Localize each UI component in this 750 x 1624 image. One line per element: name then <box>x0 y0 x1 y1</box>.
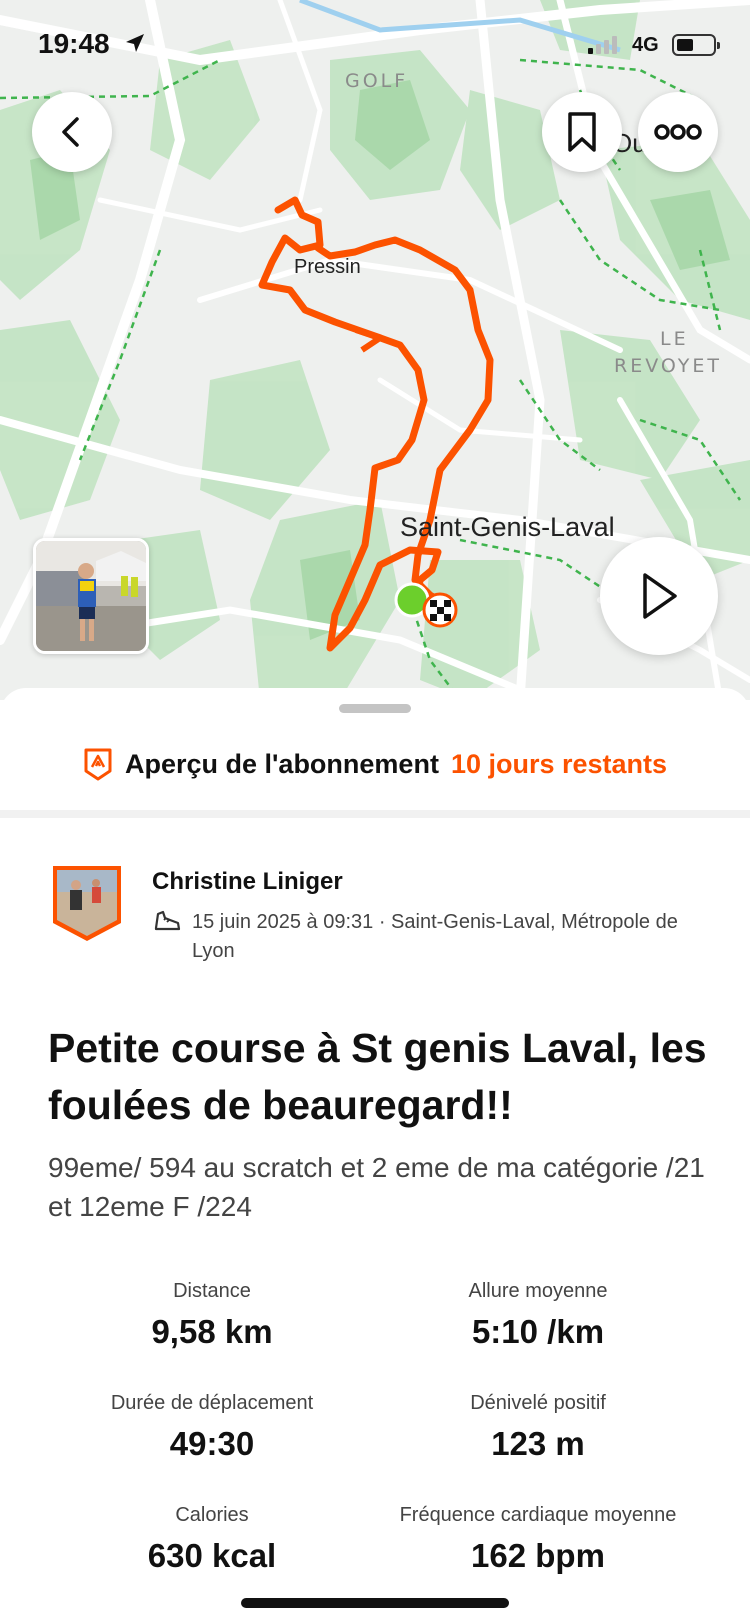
map-label-revoyet: REVOYET <box>614 355 723 377</box>
chevron-left-icon <box>62 117 79 147</box>
athlete-avatar[interactable] <box>50 863 124 943</box>
map-label-golf: GOLF <box>345 70 409 92</box>
stat-label: Allure moyenne <box>468 1280 608 1302</box>
stat-label: Calories <box>175 1504 249 1526</box>
activity-date-location: 15 juin 2025 à 09:31 · Saint-Genis-Laval… <box>192 911 678 962</box>
shoe-icon <box>154 910 181 931</box>
map-label-saint-genis-laval: Saint-Genis-Laval <box>400 512 615 542</box>
stat-label: Dénivelé positif <box>470 1392 606 1414</box>
flyover-play-button[interactable] <box>600 537 718 655</box>
bookmark-icon <box>568 112 596 152</box>
route-map[interactable]: GOLF LE REVOYET Pressin Saint-Genis-Lava… <box>0 0 750 700</box>
play-icon <box>643 573 677 619</box>
promo-days-remaining: 10 jours restants <box>450 748 668 779</box>
finish-flag-icon <box>422 592 458 628</box>
stat-distance: Distance 9,58 km <box>42 1280 382 1351</box>
stat-label: Fréquence cardiaque moyenne <box>399 1504 677 1526</box>
promo-title: Aperçu de l'abonnement <box>124 748 439 779</box>
section-divider <box>0 810 750 818</box>
stat-label: Durée de déplacement <box>110 1392 314 1414</box>
stat-value: 162 bpm <box>471 1537 605 1574</box>
sheet-drag-handle[interactable] <box>339 704 411 713</box>
stat-value: 123 m <box>491 1425 585 1462</box>
more-icon <box>654 124 702 140</box>
stat-label: Distance <box>173 1280 251 1302</box>
stat-average-heart-rate: Fréquence cardiaque moyenne 162 bpm <box>368 1504 708 1575</box>
network-type: 4G <box>632 34 659 56</box>
stat-value: 9,58 km <box>151 1313 273 1350</box>
avatar-image <box>53 866 121 941</box>
activity-title: Petite course à St genis Laval, les foul… <box>48 1025 707 1128</box>
athlete-name[interactable]: Christine Liniger <box>152 868 343 896</box>
signal-strength-icon <box>588 36 617 54</box>
stat-calories: Calories 630 kcal <box>42 1504 382 1575</box>
battery-icon <box>672 34 720 56</box>
stat-value: 630 kcal <box>147 1537 277 1574</box>
activity-detail-sheet: Aperçu de l'abonnement 10 jours restants… <box>0 688 750 1624</box>
strava-badge-icon <box>84 748 112 781</box>
activity-description: 99eme/ 594 au scratch et 2 eme de ma cat… <box>48 1152 705 1222</box>
bookmark-button[interactable] <box>542 92 622 172</box>
home-indicator[interactable] <box>241 1598 509 1608</box>
activity-photo-thumbnail[interactable] <box>33 538 149 654</box>
runner-photo <box>36 541 146 651</box>
more-options-button[interactable] <box>638 92 718 172</box>
stat-value: 5:10 /km <box>471 1313 605 1350</box>
stat-moving-time: Durée de déplacement 49:30 <box>42 1392 382 1463</box>
status-time: 19:48 <box>38 28 110 59</box>
map-label-pressin: Pressin <box>294 256 361 278</box>
map-label-le: LE <box>660 328 689 350</box>
stat-value: 49:30 <box>169 1425 255 1462</box>
back-button[interactable] <box>32 92 112 172</box>
location-arrow-icon <box>126 34 144 52</box>
stat-average-pace: Allure moyenne 5:10 /km <box>368 1280 708 1351</box>
stat-elevation-gain: Dénivelé positif 123 m <box>368 1392 708 1463</box>
subscription-preview-banner[interactable]: Aperçu de l'abonnement 10 jours restants <box>0 734 750 794</box>
